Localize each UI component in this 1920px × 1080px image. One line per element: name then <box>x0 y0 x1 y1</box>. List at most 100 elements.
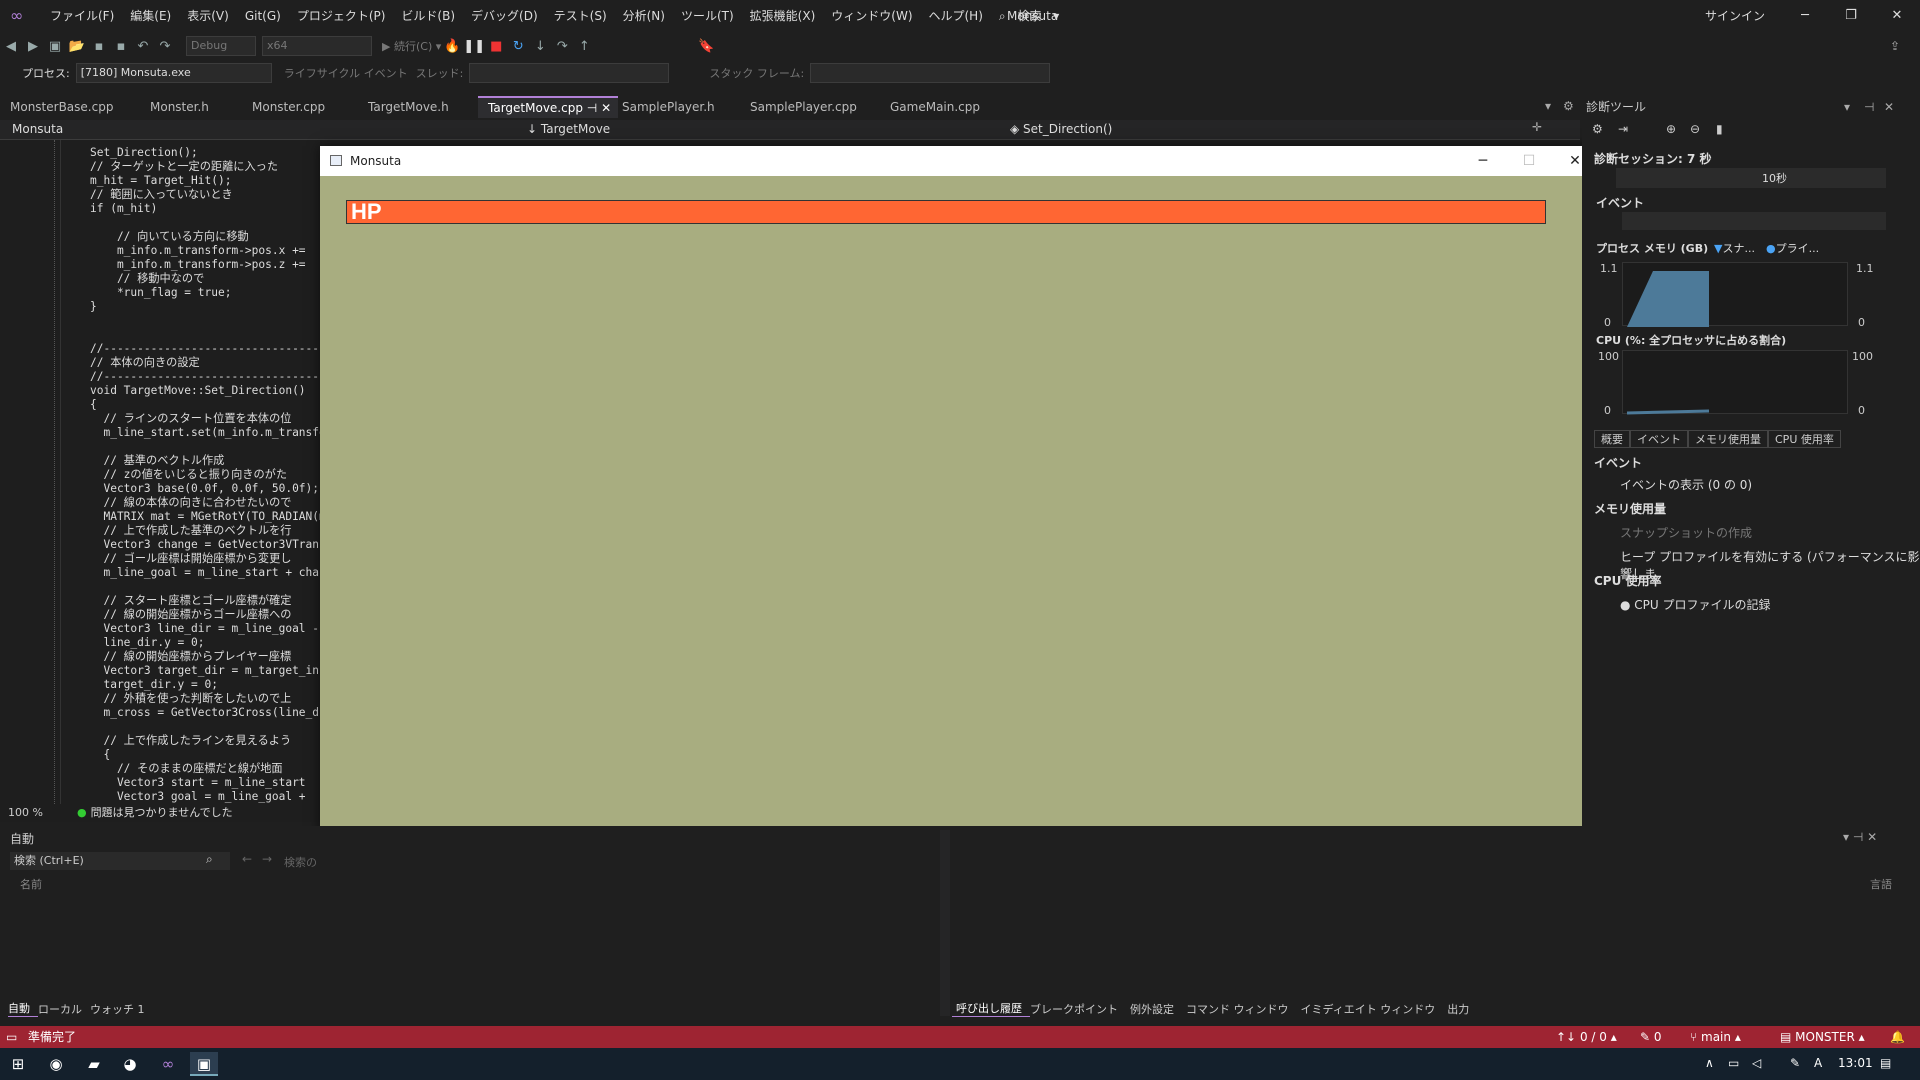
new-project-icon[interactable]: ▣ <box>44 39 66 54</box>
events-show-link[interactable]: イベントの表示 (0 の 0) <box>1620 476 1752 493</box>
menu-git[interactable]: Git(G) <box>237 0 289 32</box>
branch-button[interactable]: ⑂ main ▴ <box>1690 1026 1741 1048</box>
tab-command-window[interactable]: コマンド ウィンドウ <box>1186 1001 1301 1017</box>
explorer-icon[interactable]: ▰ <box>80 1052 108 1076</box>
back-icon[interactable]: ◀ <box>0 39 22 54</box>
edge-icon[interactable]: ◉ <box>42 1052 70 1076</box>
tab-summary[interactable]: 概要 <box>1594 430 1630 448</box>
tab-memory[interactable]: メモリ使用量 <box>1688 430 1768 448</box>
timeline-ruler[interactable]: 10秒 <box>1616 168 1886 188</box>
zoom-in-icon[interactable]: ⊕ <box>1666 122 1676 136</box>
minimize-icon[interactable]: ─ <box>1782 0 1828 32</box>
stop-icon[interactable]: ■ <box>485 39 507 54</box>
zoom-out-icon[interactable]: ⊖ <box>1690 122 1700 136</box>
tab-sampleplayer-cpp[interactable]: SamplePlayer.cpp <box>740 96 880 118</box>
issues-status[interactable]: 問題は見つかりませんでした <box>91 804 233 822</box>
tab-events[interactable]: イベント <box>1630 430 1688 448</box>
notifications-icon[interactable]: 🔔 <box>1890 1026 1905 1048</box>
tab-targetmove-cpp[interactable]: TargetMove.cpp ⊣ ✕ <box>478 96 618 118</box>
tab-targetmove-h[interactable]: TargetMove.h <box>358 96 478 118</box>
menu-window[interactable]: ウィンドウ(W) <box>823 0 920 32</box>
menu-test[interactable]: テスト(S) <box>546 0 615 32</box>
tab-settings-icon[interactable]: ⚙ <box>1563 99 1574 113</box>
panel-menu-icon[interactable]: ▾ <box>1844 96 1850 118</box>
pen-icon[interactable]: ✎ <box>1790 1056 1800 1070</box>
autos-search-input[interactable]: 検索 (Ctrl+E) <box>10 852 230 870</box>
visual-studio-icon[interactable]: ∞ <box>154 1052 182 1076</box>
events-track[interactable] <box>1622 212 1886 230</box>
nav-method-dropdown[interactable]: ◈ Set_Direction() <box>1010 122 1112 136</box>
share-icon[interactable]: ⇪ <box>1890 39 1900 53</box>
game-minimize-icon[interactable]: ─ <box>1460 146 1506 176</box>
open-folder-icon[interactable]: 📂 <box>66 39 88 54</box>
zoom-dropdown[interactable]: 100 % <box>8 804 43 822</box>
snapshot-button[interactable]: スナップショットの作成 <box>1620 524 1752 541</box>
panel-splitter[interactable] <box>940 830 950 1016</box>
close-icon[interactable]: ✕ <box>1874 0 1920 32</box>
search-back-icon[interactable]: ← <box>242 852 252 866</box>
tab-monster-h[interactable]: Monster.h <box>140 96 242 118</box>
redo-icon[interactable]: ↷ <box>154 39 176 54</box>
heap-profile-link[interactable]: ヒープ プロファイルを有効にする (パフォーマンスに影響しま <box>1620 548 1920 582</box>
network-icon[interactable]: ▭ <box>1728 1056 1739 1070</box>
bookmark-icon[interactable]: 🔖 <box>695 39 717 54</box>
platform-dropdown[interactable]: x64 <box>262 36 372 56</box>
signin-link[interactable]: サインイン <box>1705 0 1765 32</box>
forward-icon[interactable]: ▶ <box>22 39 44 54</box>
notification-center-icon[interactable]: ▤ <box>1880 1056 1891 1070</box>
tab-output[interactable]: 出力 <box>1447 1001 1481 1017</box>
save-icon[interactable]: ▪ <box>88 39 110 54</box>
menu-help[interactable]: ヘルプ(H) <box>921 0 991 32</box>
pin-icon[interactable]: ⊣ <box>587 101 597 115</box>
tab-sampleplayer-h[interactable]: SamplePlayer.h <box>612 96 738 118</box>
step-into-icon[interactable]: ↓ <box>529 39 551 54</box>
pause-icon[interactable]: ❚❚ <box>463 39 485 54</box>
step-out-icon[interactable]: ↑ <box>573 39 595 54</box>
cpu-record-button[interactable]: ● CPU プロファイルの記録 <box>1620 596 1771 613</box>
firefox-icon[interactable]: ◕ <box>116 1052 144 1076</box>
menu-extensions[interactable]: 拡張機能(X) <box>742 0 824 32</box>
export-icon[interactable]: ⇥ <box>1618 122 1628 136</box>
stackframe-dropdown[interactable] <box>810 63 1051 83</box>
menu-analyze[interactable]: 分析(N) <box>615 0 673 32</box>
repo-button[interactable]: ▤ MONSTER ▴ <box>1780 1026 1865 1048</box>
game-viewport[interactable]: HP HP <box>320 176 1600 896</box>
start-icon[interactable]: ⊞ <box>4 1052 32 1076</box>
solution-config-dropdown[interactable]: Debug <box>186 36 256 56</box>
hot-reload-icon[interactable]: 🔥 <box>441 39 463 54</box>
menu-tools[interactable]: ツール(T) <box>673 0 742 32</box>
tab-breakpoints[interactable]: ブレークポイント <box>1030 1001 1130 1017</box>
tab-cpu[interactable]: CPU 使用率 <box>1768 430 1841 448</box>
menu-build[interactable]: ビルド(B) <box>393 0 463 32</box>
nav-project-dropdown[interactable]: Monsuta <box>12 122 63 136</box>
menu-project[interactable]: プロジェクト(P) <box>289 0 394 32</box>
thread-dropdown[interactable] <box>469 63 670 83</box>
tab-overflow-icon[interactable]: ▾ <box>1545 99 1551 113</box>
settings-gear-icon[interactable]: ⚙ <box>1592 122 1603 136</box>
bottom-panel-menu-icon[interactable]: ▾ ⊣ ✕ <box>1843 830 1877 844</box>
step-over-icon[interactable]: ↷ <box>551 39 573 54</box>
process-dropdown[interactable]: [7180] Monsuta.exe <box>75 63 272 83</box>
split-icon[interactable]: ✛ <box>1532 120 1542 134</box>
search-icon[interactable]: ⌕ <box>206 852 213 867</box>
tab-monster-cpp[interactable]: Monster.cpp <box>242 96 362 118</box>
panel-close-icon[interactable]: ✕ <box>1884 96 1894 118</box>
tab-watch1[interactable]: ウォッチ 1 <box>90 1001 153 1017</box>
tab-callstack[interactable]: 呼び出し履歴 <box>952 1000 1030 1017</box>
restore-icon[interactable]: ❐ <box>1828 0 1874 32</box>
continue-button[interactable]: ▶ 続行(C) ▾ <box>382 38 441 54</box>
chart-icon[interactable]: ▮ <box>1716 122 1723 136</box>
game-app-icon[interactable]: ▣ <box>190 1052 218 1076</box>
lifecycle-events-button[interactable]: ライフサイクル イベント <box>284 65 408 81</box>
game-maximize-icon[interactable]: ☐ <box>1506 146 1552 176</box>
menu-debug[interactable]: デバッグ(D) <box>463 0 546 32</box>
search-forward-icon[interactable]: → <box>262 852 272 866</box>
tab-close-icon[interactable]: ✕ <box>601 101 611 115</box>
tab-gamemain-cpp[interactable]: GameMain.cpp <box>880 96 1010 118</box>
nav-class-dropdown[interactable]: ↓ TargetMove <box>527 122 610 136</box>
volume-icon[interactable]: ◁ <box>1752 1056 1761 1070</box>
tab-exceptions[interactable]: 例外設定 <box>1130 1001 1186 1017</box>
git-sync-button[interactable]: ↑↓ 0 / 0 ▴ <box>1556 1026 1617 1048</box>
undo-icon[interactable]: ↶ <box>132 39 154 54</box>
ime-indicator[interactable]: A <box>1814 1056 1822 1070</box>
